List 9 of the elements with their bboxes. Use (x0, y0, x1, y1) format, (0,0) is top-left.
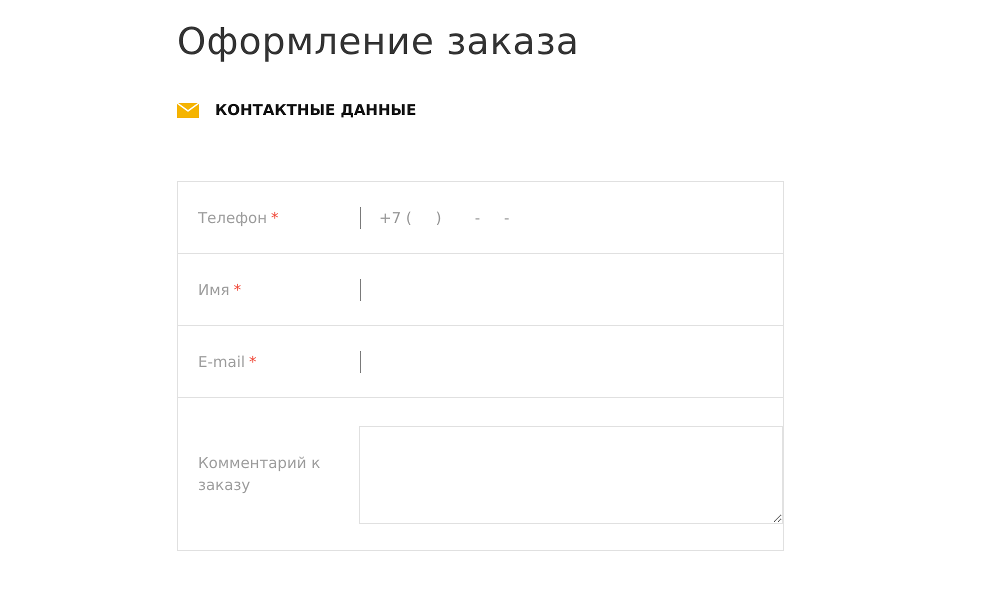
field-label: Телефон * (197, 208, 280, 228)
field-label: E-mail * (197, 352, 258, 372)
field-label: Комментарий к заказу (197, 453, 322, 496)
section-title: КОНТАКТНЫЕ ДАННЫЕ (215, 101, 416, 119)
field-label: Имя * (197, 280, 242, 300)
page-title: Оформление заказа (177, 20, 580, 63)
envelope-icon (177, 102, 199, 118)
comment-field[interactable] (358, 426, 783, 524)
input-field[interactable]: +7 ( ) - - (360, 206, 783, 228)
